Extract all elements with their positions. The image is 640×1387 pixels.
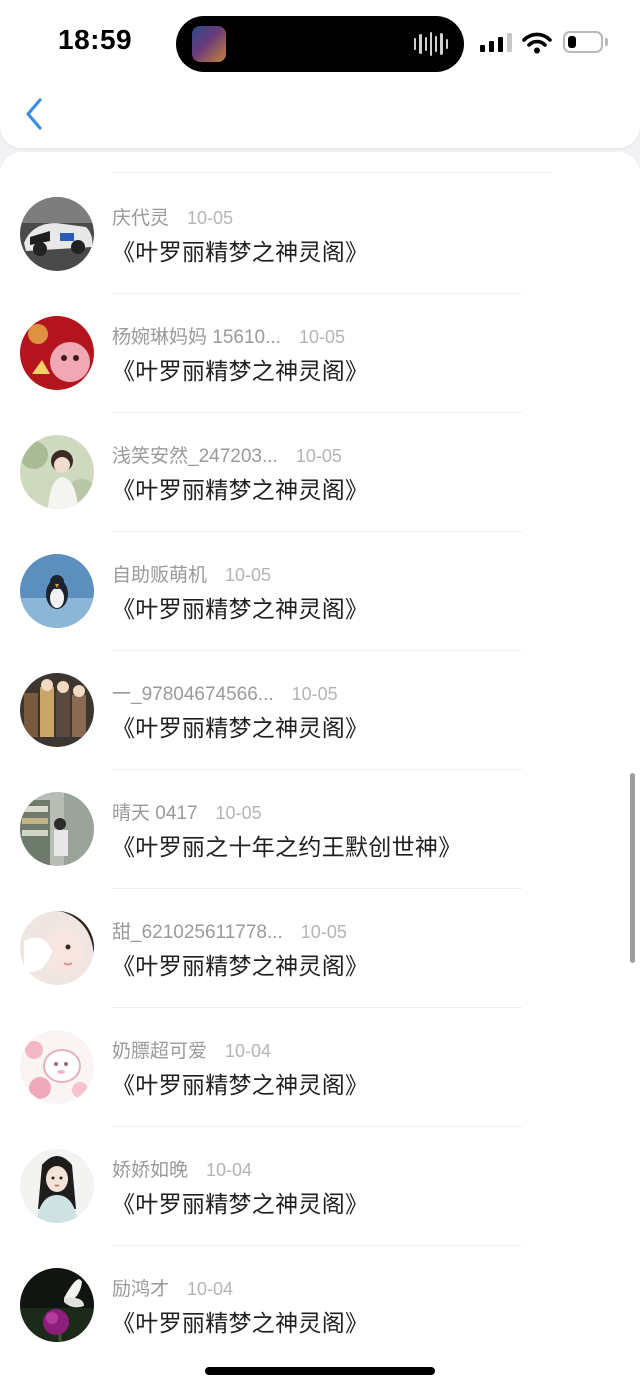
scrollbar[interactable]: [630, 773, 635, 963]
list-item[interactable]: 浅笑安然_247203... 10-05 《叶罗丽精梦之神灵阁》: [0, 435, 640, 554]
audio-wave-icon: [414, 32, 448, 56]
comment-author: 甜_621025611778... 10-05: [112, 917, 347, 944]
author-name[interactable]: 自助贩萌机: [112, 565, 207, 586]
comment-date: 10-05: [300, 922, 347, 942]
comment-text: 《叶罗丽精梦之神灵阁》: [112, 953, 369, 979]
avatar[interactable]: [20, 1149, 94, 1223]
author-name[interactable]: 一_97804674566...: [112, 684, 274, 705]
comment-date: 10-05: [291, 684, 338, 704]
author-name[interactable]: 奶膘超可爱: [112, 1041, 207, 1062]
comment-text: 《叶罗丽之十年之约王默创世神》: [112, 834, 462, 860]
list-item[interactable]: 娇娇如晚 10-04 《叶罗丽精梦之神灵阁》: [0, 1149, 640, 1268]
dynamic-island[interactable]: [176, 16, 464, 72]
author-name[interactable]: 娇娇如晚: [112, 1160, 188, 1181]
now-playing-thumbnail: [192, 26, 226, 62]
divider: [112, 888, 522, 889]
cellular-signal-icon: [480, 32, 512, 52]
avatar[interactable]: [20, 554, 94, 628]
back-button[interactable]: [20, 94, 52, 134]
comment-date: 10-05: [187, 208, 234, 228]
comment-date: 10-05: [298, 327, 345, 347]
comment-author: 浅笑安然_247203... 10-05: [112, 441, 342, 468]
comment-text: 《叶罗丽精梦之神灵阁》: [112, 1191, 369, 1217]
author-name[interactable]: 浅笑安然_247203...: [112, 446, 278, 467]
divider: [112, 1007, 522, 1008]
battery-cap: [605, 38, 608, 46]
divider: [112, 531, 522, 532]
author-name[interactable]: 庆代灵: [112, 208, 169, 229]
list-item[interactable]: 甜_621025611778... 10-05 《叶罗丽精梦之神灵阁》: [0, 911, 640, 1030]
author-name[interactable]: 甜_621025611778...: [112, 922, 283, 943]
list-item[interactable]: 奶膘超可爱 10-04 《叶罗丽精梦之神灵阁》: [0, 1030, 640, 1149]
divider: [112, 172, 552, 173]
comment-date: 10-05: [215, 803, 262, 823]
avatar[interactable]: [20, 435, 94, 509]
chevron-left-icon: [26, 98, 42, 130]
divider: [112, 293, 522, 294]
author-name[interactable]: 杨婉琳妈妈 15610...: [112, 327, 281, 348]
avatar[interactable]: [20, 1268, 94, 1342]
divider: [112, 1245, 522, 1246]
comment-date: 10-04: [206, 1160, 253, 1180]
avatar[interactable]: [20, 911, 94, 985]
divider: [112, 1126, 522, 1127]
comment-date: 10-04: [225, 1041, 272, 1061]
comment-author: 娇娇如晚 10-04: [112, 1155, 252, 1182]
list-item[interactable]: 自助贩萌机 10-05 《叶罗丽精梦之神灵阁》: [0, 554, 640, 673]
divider: [112, 769, 522, 770]
avatar[interactable]: [20, 197, 94, 271]
divider: [112, 650, 522, 651]
list-item[interactable]: 庆代灵 10-05 《叶罗丽精梦之神灵阁》: [0, 197, 640, 316]
comment-author: 励鸿才 10-04: [112, 1274, 233, 1301]
comment-date: 10-04: [187, 1279, 234, 1299]
status-time: 18:59: [58, 24, 133, 55]
comment-author: 一_97804674566... 10-05: [112, 679, 338, 706]
comment-author: 庆代灵 10-05: [112, 203, 233, 230]
author-name[interactable]: 励鸿才: [112, 1279, 169, 1300]
comment-text: 《叶罗丽精梦之神灵阁》: [112, 1072, 369, 1098]
wifi-icon: [522, 32, 552, 54]
comment-author: 杨婉琳妈妈 15610... 10-05: [112, 322, 345, 349]
avatar[interactable]: [20, 792, 94, 866]
list-item[interactable]: 一_97804674566... 10-05 《叶罗丽精梦之神灵阁》: [0, 673, 640, 792]
list-item[interactable]: 晴天 0417 10-05 《叶罗丽之十年之约王默创世神》: [0, 792, 640, 911]
author-name[interactable]: 晴天 0417: [112, 803, 198, 824]
home-indicator[interactable]: [205, 1367, 435, 1375]
comment-text: 《叶罗丽精梦之神灵阁》: [112, 477, 369, 503]
avatar[interactable]: [20, 316, 94, 390]
divider: [112, 412, 522, 413]
comment-text: 《叶罗丽精梦之神灵阁》: [112, 239, 369, 265]
comment-text: 《叶罗丽精梦之神灵阁》: [112, 1310, 369, 1336]
avatar[interactable]: [20, 673, 94, 747]
comment-text: 《叶罗丽精梦之神灵阁》: [112, 596, 369, 622]
comment-author: 奶膘超可爱 10-04: [112, 1036, 271, 1063]
comment-author: 晴天 0417 10-05: [112, 798, 262, 825]
comment-author: 自助贩萌机 10-05: [112, 560, 271, 587]
battery-icon: [563, 31, 603, 53]
comment-date: 10-05: [295, 446, 342, 466]
comment-date: 10-05: [225, 565, 272, 585]
comment-list[interactable]: 庆代灵 10-05 《叶罗丽精梦之神灵阁》 杨婉琳妈妈 15610... 10-05…: [0, 152, 640, 1387]
header-bar: 18:59: [0, 0, 640, 148]
list-item[interactable]: 杨婉琳妈妈 15610... 10-05 《叶罗丽精梦之神灵阁》: [0, 316, 640, 435]
comment-text: 《叶罗丽精梦之神灵阁》: [112, 715, 369, 741]
comment-text: 《叶罗丽精梦之神灵阁》: [112, 358, 369, 384]
avatar[interactable]: [20, 1030, 94, 1104]
